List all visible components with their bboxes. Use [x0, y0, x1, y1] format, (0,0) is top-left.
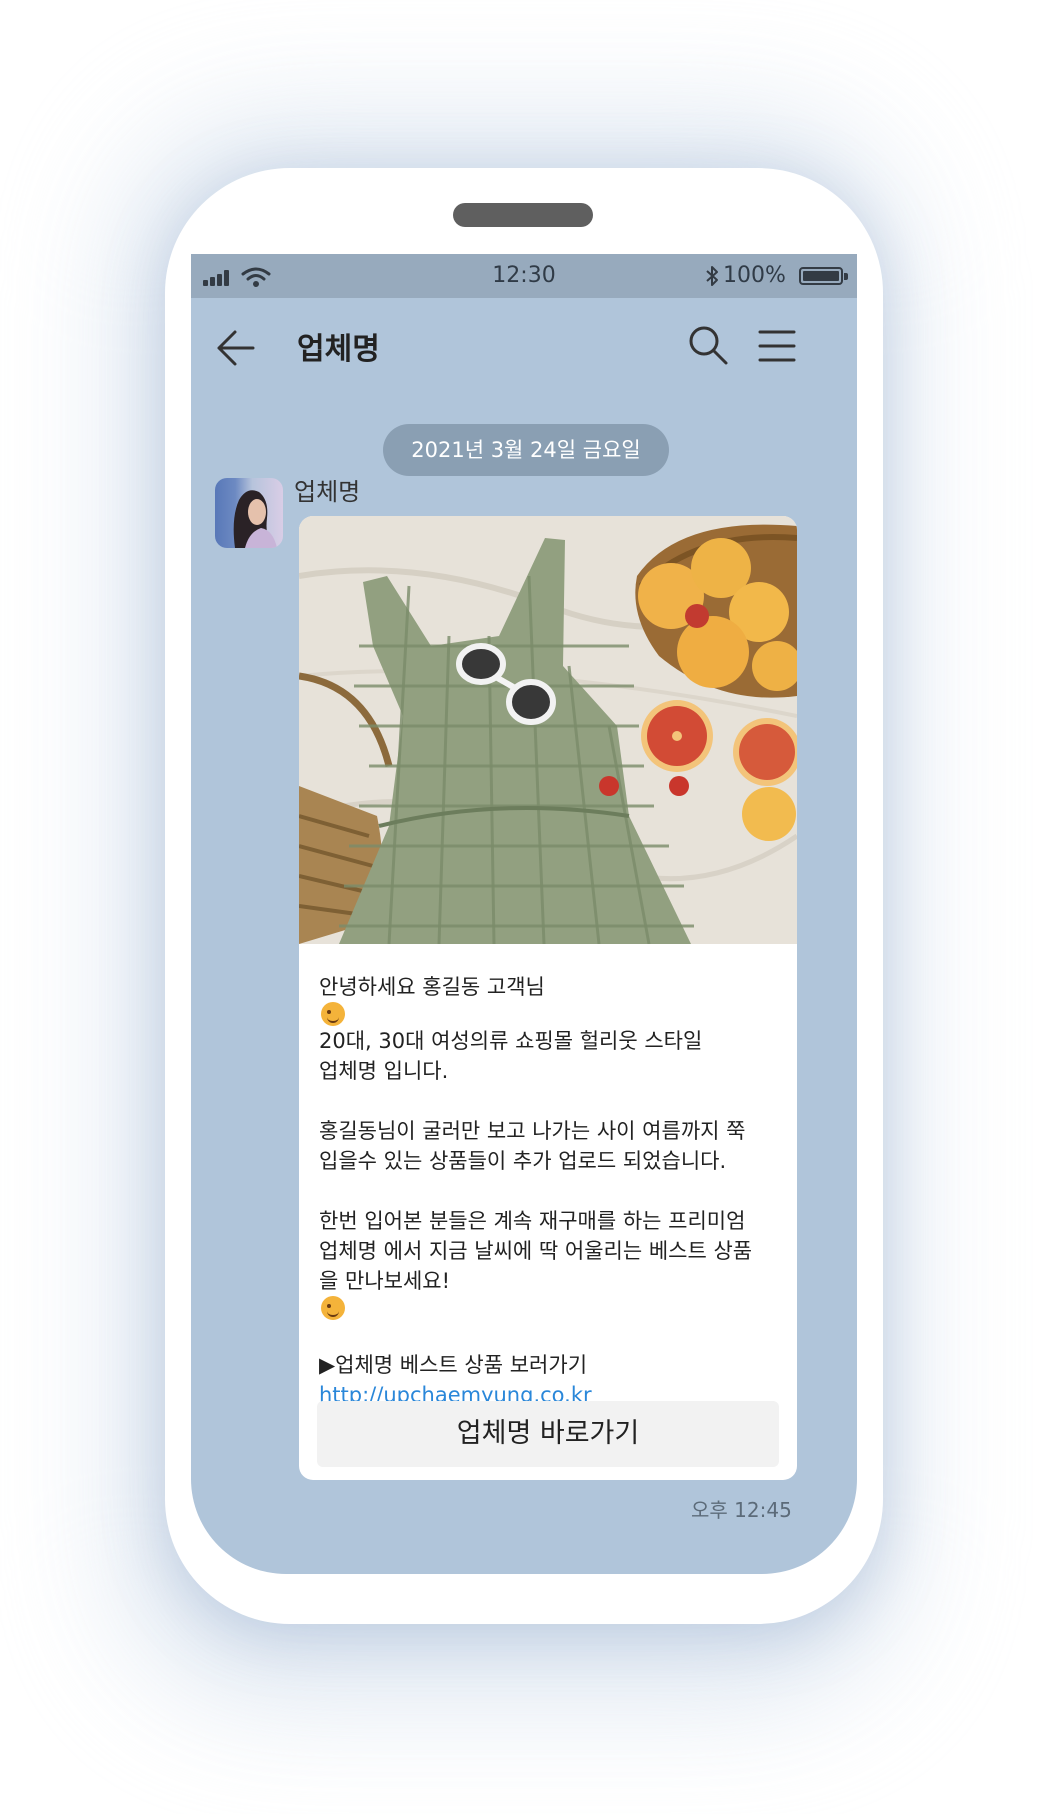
message-card: 안녕하세요 홍길동 고객님 20대, 30대 여성의류 쇼핑몰 헐리웃 스타일 … [299, 516, 797, 1480]
back-arrow-icon[interactable] [215, 326, 257, 370]
battery-percentage: 100% [723, 263, 786, 288]
wink-emoji-icon [321, 1002, 345, 1026]
message-line: 업체명 에서 지금 날씨에 딱 어울리는 베스트 상품 [319, 1239, 753, 1263]
wink-emoji-icon [321, 1296, 345, 1320]
status-bar: 12:30 100% [191, 254, 857, 298]
product-photo[interactable] [299, 516, 797, 944]
message-line: 입을수 있는 상품들이 추가 업로드 되었습니다. [319, 1149, 727, 1173]
bluetooth-icon [706, 266, 718, 286]
message-text: 안녕하세요 홍길동 고객님 20대, 30대 여성의류 쇼핑몰 헐리웃 스타일 … [319, 972, 789, 1440]
chat-screen: 12:30 100% 업체명 2021년 3월 24일 금요일 업체명 안녕하세… [191, 254, 857, 1574]
link-label: ▶업체명 베스트 상품 보러가기 [319, 1353, 588, 1377]
message-line: 을 만나보세요! [319, 1269, 451, 1293]
message-line: 업체명 입니다. [319, 1059, 449, 1083]
app-bar-title: 업체명 [297, 332, 380, 367]
app-bar: 업체명 [191, 298, 857, 398]
message-line: 한번 입어본 분들은 계속 재구매를 하는 프리미엄 [319, 1209, 746, 1233]
message-timestamp: 오후 12:45 [691, 1498, 792, 1522]
sender-name: 업체명 [294, 478, 361, 506]
visit-store-button[interactable]: 업체명 바로가기 [317, 1401, 779, 1467]
message-line: 홍길동님이 굴러만 보고 나가는 사이 여름까지 쭉 [319, 1119, 746, 1143]
phone-speaker [453, 203, 593, 227]
menu-icon[interactable] [757, 328, 797, 364]
date-separator: 2021년 3월 24일 금요일 [383, 424, 669, 476]
phone-frame: 12:30 100% 업체명 2021년 3월 24일 금요일 업체명 안녕하세… [165, 168, 883, 1624]
sender-avatar[interactable] [215, 478, 283, 548]
search-icon[interactable] [687, 324, 729, 366]
message-line: 20대, 30대 여성의류 쇼핑몰 헐리웃 스타일 [319, 1029, 703, 1053]
battery-icon [799, 267, 848, 285]
message-line: 안녕하세요 홍길동 고객님 [319, 975, 545, 999]
